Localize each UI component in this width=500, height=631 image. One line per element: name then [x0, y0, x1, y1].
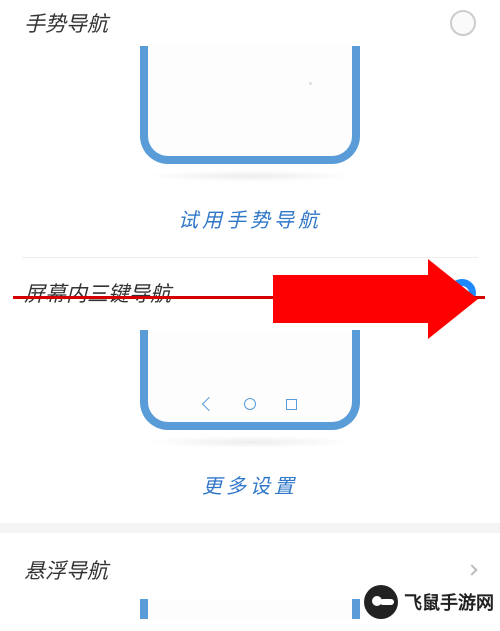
option-gesture-header[interactable]: 手势导航	[0, 0, 500, 46]
phone-shadow	[145, 170, 355, 182]
option-threekey-header[interactable]: 屏幕内三键导航	[0, 258, 500, 316]
section-gesture-nav: 手势导航 试用手势导航	[0, 0, 500, 258]
watermark-text: 飞鼠手游网	[404, 589, 494, 615]
phone-mock-threekey	[140, 330, 360, 448]
option-dock-title: 悬浮导航	[24, 555, 108, 585]
option-gesture-title: 手势导航	[24, 8, 108, 38]
watermark-logo-icon	[364, 585, 398, 619]
watermark: 飞鼠手游网	[364, 585, 494, 619]
phone-mock-gesture	[140, 46, 360, 182]
phone-body-gesture	[140, 46, 360, 164]
nav-back-icon	[201, 397, 215, 411]
nav-bar-preview	[204, 398, 297, 410]
section-gap	[0, 523, 500, 533]
phone-mock-dock	[140, 599, 360, 619]
option-threekey-title: 屏幕内三键导航	[24, 278, 171, 308]
section-threekey-nav: 屏幕内三键导航 更多设置	[0, 258, 500, 523]
try-gesture-link[interactable]: 试用手势导航	[0, 200, 500, 257]
preview-gesture	[0, 46, 500, 200]
radio-gesture[interactable]	[450, 10, 476, 36]
phone-shadow	[145, 436, 355, 448]
nav-home-icon	[244, 398, 256, 410]
phone-body-threekey	[140, 330, 360, 430]
dock-value	[462, 561, 476, 579]
nav-recent-icon	[286, 399, 297, 410]
more-settings-link[interactable]: 更多设置	[0, 466, 500, 523]
chevron-right-icon	[466, 565, 477, 576]
radio-threekey[interactable]	[448, 279, 476, 307]
phone-body-dock	[140, 599, 360, 619]
preview-threekey	[0, 316, 500, 466]
